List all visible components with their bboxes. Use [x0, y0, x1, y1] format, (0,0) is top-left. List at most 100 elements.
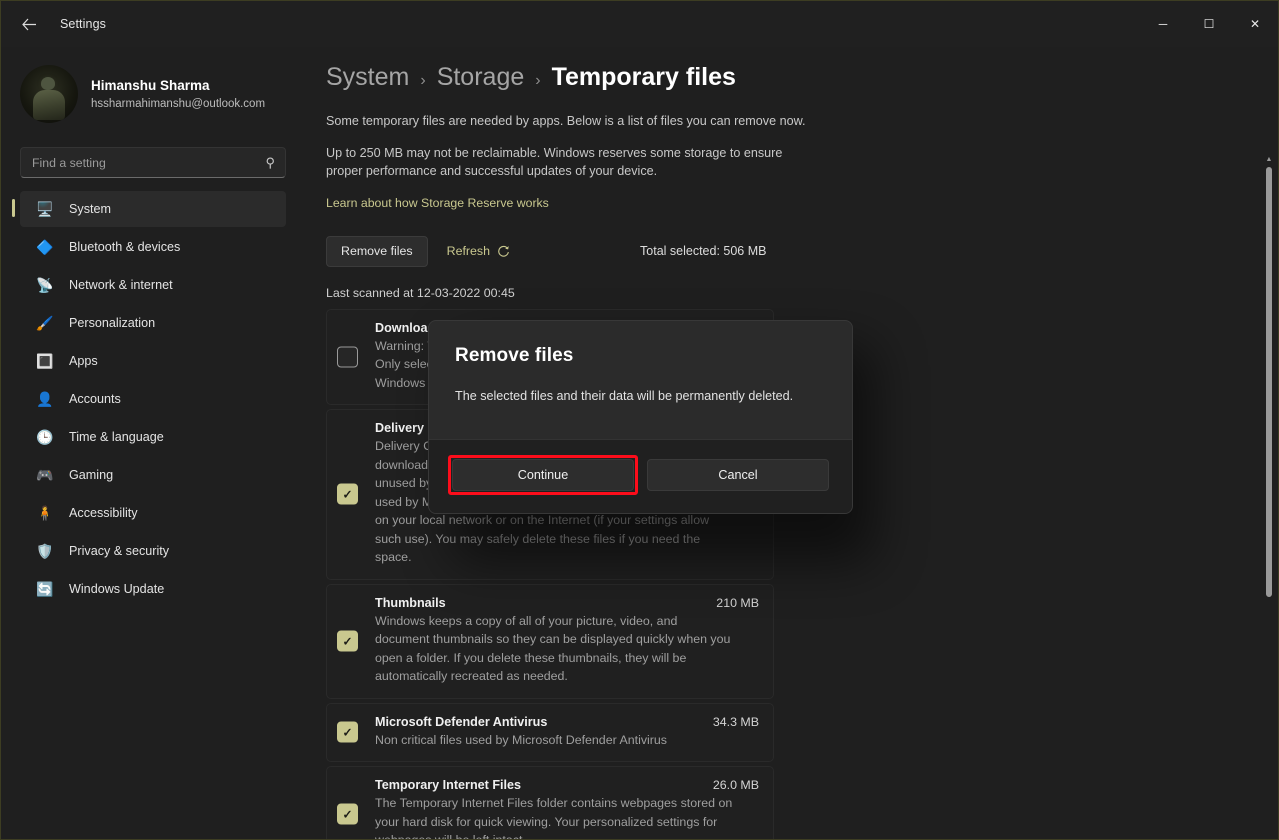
check-icon: ✓ — [342, 725, 353, 740]
sidebar-item-label: Personalization — [69, 316, 156, 330]
cancel-button[interactable]: Cancel — [647, 459, 829, 491]
check-icon: ✓ — [342, 634, 353, 648]
dialog-message: The selected files and their data will b… — [455, 389, 794, 403]
back-button[interactable] — [10, 8, 48, 40]
scroll-up-icon[interactable]: ▲ — [1263, 155, 1275, 165]
sidebar-item-personalization[interactable]: 🖌️ Personalization — [20, 305, 286, 341]
remove-files-button[interactable]: Remove files — [326, 235, 428, 267]
sidebar-item-accessibility[interactable]: 🧍 Accessibility — [20, 495, 286, 531]
sidebar: Himanshu Sharma hssharmahimanshu@outlook… — [1, 47, 305, 839]
file-checkbox[interactable] — [337, 346, 358, 368]
remove-files-dialog: Remove files The selected files and thei… — [428, 320, 853, 514]
file-description: The Temporary Internet Files folder cont… — [375, 796, 733, 840]
file-header: Temporary Internet Files 26.0 MB — [375, 778, 759, 792]
sidebar-icon-4: 🔳 — [36, 353, 54, 369]
sidebar-icon-2: 📡 — [36, 277, 54, 293]
sidebar-item-apps[interactable]: 🔳 Apps — [20, 343, 286, 379]
sidebar-item-label: Privacy & security — [69, 544, 170, 558]
window-controls: ─ ☐ ✕ — [1140, 1, 1278, 47]
description-2: Up to 250 MB may not be reclaimable. Win… — [326, 145, 783, 179]
sidebar-item-windows-update[interactable]: 🔄 Windows Update — [20, 571, 286, 607]
sidebar-icon-1: 🔷 — [36, 239, 54, 255]
breadcrumb-item-system[interactable]: System — [326, 63, 409, 92]
sidebar-icon-7: 🎮 — [36, 467, 54, 483]
sidebar-item-label: Accessibility — [69, 506, 138, 520]
file-header: Microsoft Defender Antivirus 34.3 MB — [375, 715, 759, 729]
sidebar-item-label: Windows Update — [69, 582, 165, 596]
file-checkbox[interactable]: ✓ — [337, 483, 358, 505]
dialog-title: Remove files — [455, 345, 574, 366]
toolbar: Remove files Refresh Total selected: 506… — [326, 235, 1278, 267]
breadcrumb-item-storage[interactable]: Storage — [437, 63, 525, 92]
breadcrumb-separator: › — [535, 72, 541, 89]
sidebar-icon-6: 🕒 — [36, 429, 54, 445]
file-name: Temporary Internet Files — [375, 778, 522, 792]
scrollbar-thumb[interactable] — [1266, 167, 1272, 597]
content-scrollbar[interactable]: ▲ — [1263, 105, 1275, 839]
sidebar-icon-9: 🛡️ — [36, 543, 54, 559]
sidebar-icon-10: 🔄 — [36, 581, 54, 597]
sidebar-icon-0: 🖥️ — [36, 201, 54, 217]
breadcrumb: System › Storage › Temporary files — [305, 47, 1278, 92]
file-size: 26.0 MB — [712, 778, 759, 792]
minimize-icon: ─ — [1158, 17, 1168, 31]
sidebar-nav: 🖥️ System 🔷 Bluetooth & devices 📡 Network & i… — [1, 191, 305, 607]
file-description: Windows keeps a copy of all of your pict… — [375, 613, 731, 684]
sidebar-icon-5: 👤 — [36, 391, 54, 407]
file-row[interactable]: ✓ Thumbnails 210 MB Windows keeps a copy of… — [326, 583, 774, 699]
breadcrumb-separator: › — [420, 72, 426, 89]
sidebar-item-privacy-security[interactable]: 🛡️ Privacy & security — [20, 533, 286, 569]
continue-button[interactable]: Continue — [452, 459, 634, 491]
sidebar-icon-3: 🖌️ — [36, 315, 54, 331]
sidebar-item-system[interactable]: 🖥️ System — [12, 191, 286, 227]
last-scanned: Last scanned at 12-03-2022 00:45 — [326, 285, 515, 300]
dialog-body: Remove files The selected files and thei… — [429, 321, 852, 439]
storage-reserve-link[interactable]: Learn about how Storage Reserve works — [326, 196, 549, 210]
sidebar-item-label: Bluetooth & devices — [69, 240, 181, 254]
profile-name: Himanshu Sharma — [91, 77, 210, 93]
check-icon: ✓ — [342, 807, 353, 822]
maximize-button[interactable]: ☐ — [1186, 1, 1232, 47]
profile-email: hssharmahimanshu@outlook.com — [91, 97, 266, 110]
sidebar-item-accounts[interactable]: 👤 Accounts — [20, 381, 286, 417]
file-description: Non critical files used by Microsoft Def… — [375, 732, 667, 747]
back-arrow-icon — [21, 18, 36, 30]
sidebar-item-bluetooth-devices[interactable]: 🔷 Bluetooth & devices — [20, 229, 286, 265]
file-checkbox[interactable]: ✓ — [337, 721, 358, 743]
search-box[interactable]: ⚲ — [20, 147, 286, 178]
sidebar-item-time-language[interactable]: 🕒 Time & language — [20, 419, 286, 455]
file-header: Thumbnails 210 MB — [375, 596, 759, 610]
file-row[interactable]: ✓ Temporary Internet Files 26.0 MB The Temp… — [326, 766, 774, 840]
description-1: Some temporary files are needed by apps.… — [326, 114, 806, 128]
minimize-button[interactable]: ─ — [1140, 1, 1186, 47]
search-icon: ⚲ — [265, 154, 275, 170]
sidebar-item-label: System — [69, 202, 111, 216]
maximize-icon: ☐ — [1203, 17, 1215, 31]
search-input[interactable] — [32, 155, 266, 170]
file-row[interactable]: ✓ Microsoft Defender Antivirus 34.3 MB Non … — [326, 702, 774, 762]
file-name: Thumbnails — [375, 595, 446, 610]
refresh-label: Refresh — [446, 244, 491, 258]
file-checkbox[interactable]: ✓ — [337, 630, 358, 652]
file-size: 34.3 MB — [712, 714, 759, 729]
sidebar-item-label: Gaming — [69, 468, 114, 482]
continue-button-highlight: Continue — [448, 455, 638, 495]
refresh-button[interactable]: Refresh — [447, 244, 510, 258]
total-selected: Total selected: 506 MB — [640, 244, 767, 258]
app-title: Settings — [60, 17, 106, 31]
refresh-icon — [498, 245, 509, 257]
user-profile[interactable]: Himanshu Sharma hssharmahimanshu@outlook… — [1, 55, 305, 133]
file-checkbox[interactable]: ✓ — [337, 803, 358, 825]
sidebar-item-label: Network & internet — [69, 278, 173, 292]
breadcrumb-item-temporary-files: Temporary files — [551, 63, 736, 91]
sidebar-item-gaming[interactable]: 🎮 Gaming — [20, 457, 286, 493]
sidebar-item-label: Apps — [69, 354, 98, 368]
close-button[interactable]: ✕ — [1232, 1, 1278, 47]
avatar — [20, 65, 78, 123]
file-name: Microsoft Defender Antivirus — [375, 714, 548, 729]
sidebar-item-network-internet[interactable]: 📡 Network & internet — [20, 267, 286, 303]
settings-window: Settings ─ ☐ ✕ Himanshu Sharma hssharmah… — [0, 0, 1279, 840]
sidebar-icon-8: 🧍 — [36, 505, 54, 521]
title-bar: Settings ─ ☐ ✕ — [1, 1, 1278, 47]
sidebar-item-label: Accounts — [69, 392, 121, 406]
